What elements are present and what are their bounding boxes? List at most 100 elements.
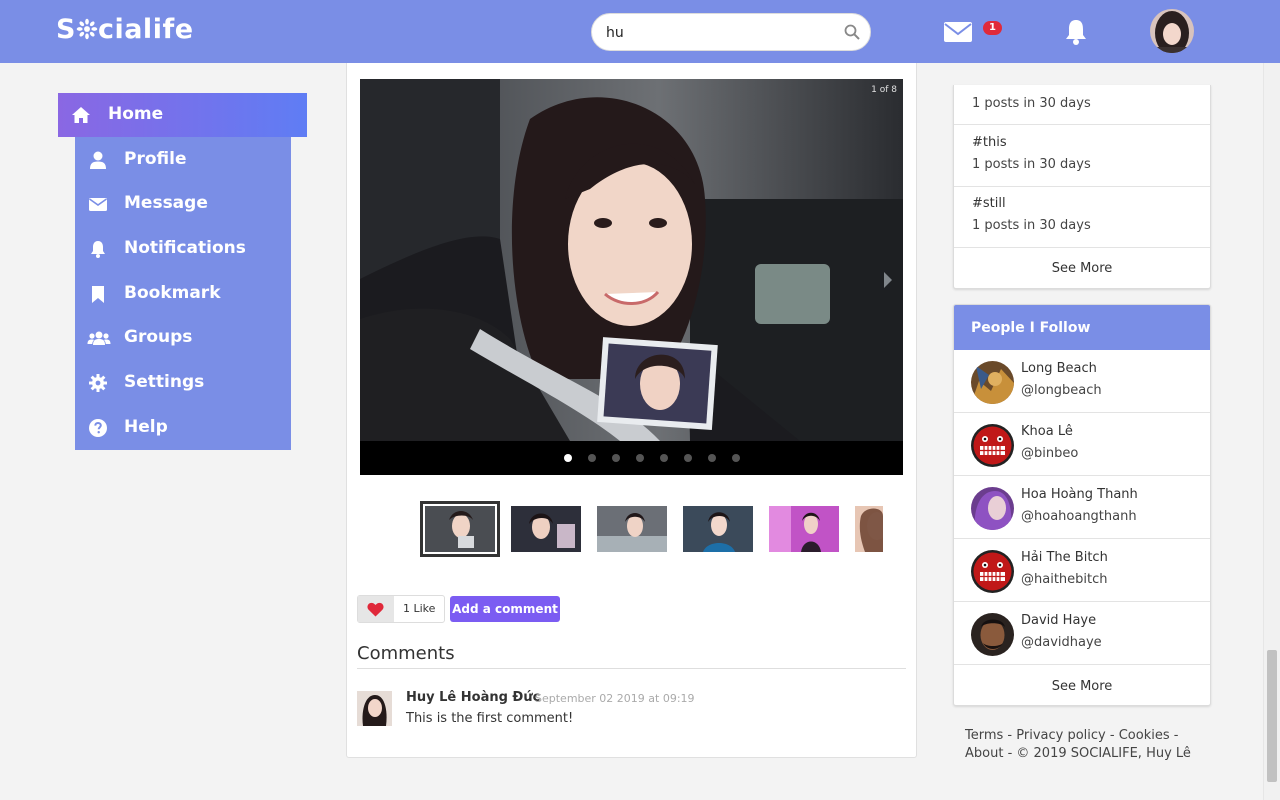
slide-dot[interactable] <box>636 454 644 462</box>
user-avatar[interactable] <box>1150 9 1194 53</box>
tag-name: #this <box>972 135 1007 150</box>
slide-thumbnail[interactable] <box>511 506 581 552</box>
terms-link[interactable]: Terms <box>965 728 1003 743</box>
tag-name: #still <box>972 196 1006 211</box>
comments-heading: Comments <box>357 643 455 664</box>
follow-see-more-link[interactable]: See More <box>954 679 1210 694</box>
sidebar-item-label: Settings <box>124 372 205 392</box>
slide-dot[interactable] <box>588 454 596 462</box>
message-count-badge: 1 <box>983 21 1002 35</box>
chevron-right-icon[interactable] <box>883 271 893 289</box>
question-circle-icon <box>89 419 107 437</box>
followed-person[interactable]: Khoa Lê @binbeo <box>954 413 1210 476</box>
slide-thumbnail[interactable] <box>855 506 883 552</box>
slide-dot[interactable] <box>684 454 692 462</box>
gear-icon <box>89 374 107 392</box>
trending-tags-card: 1 posts in 30 days #this 1 posts in 30 d… <box>953 85 1211 289</box>
comment-timestamp: September 02 2019 at 09:19 <box>535 692 695 705</box>
post-image-slide[interactable]: 1 of 8 <box>360 79 903 441</box>
sidebar-item-label: Home <box>108 104 164 124</box>
slide-thumbnail[interactable] <box>769 506 839 552</box>
slide-thumbnail[interactable] <box>597 506 667 552</box>
slide-indicator-bar <box>360 441 903 475</box>
search-input[interactable] <box>606 22 826 44</box>
person-handle: @hoahoangthanh <box>1021 509 1137 524</box>
trending-tag-item[interactable]: 1 posts in 30 days <box>954 85 1210 125</box>
tag-post-count: 1 posts in 30 days <box>972 96 1091 111</box>
bookmark-icon <box>92 286 104 303</box>
sidebar-item-help[interactable]: Help <box>75 406 291 450</box>
person-avatar[interactable] <box>971 424 1014 467</box>
heart-icon <box>367 602 384 617</box>
sidebar-item-home[interactable]: Home <box>58 93 307 137</box>
slide-dot[interactable] <box>612 454 620 462</box>
trending-tag-item[interactable]: #still 1 posts in 30 days <box>954 187 1210 248</box>
sidebar-item-message[interactable]: Message <box>75 182 291 226</box>
scrollbar-thumb[interactable] <box>1267 650 1277 782</box>
flower-logo-icon <box>76 18 98 40</box>
person-handle: @haithebitch <box>1021 572 1108 587</box>
privacy-policy-link[interactable]: Privacy policy <box>1016 728 1105 743</box>
sidebar-item-groups[interactable]: Groups <box>75 316 291 360</box>
person-name[interactable]: Hải The Bitch <box>1021 550 1108 565</box>
person-name[interactable]: Khoa Lê <box>1021 424 1073 439</box>
person-name[interactable]: Hoa Hoàng Thanh <box>1021 487 1138 502</box>
person-avatar[interactable] <box>971 613 1014 656</box>
sidebar-item-settings[interactable]: Settings <box>75 361 291 405</box>
trending-tag-item[interactable]: #this 1 posts in 30 days <box>954 125 1210 187</box>
comment-avatar[interactable] <box>357 691 392 726</box>
person-name[interactable]: David Haye <box>1021 613 1096 628</box>
about-link[interactable]: About <box>965 746 1003 761</box>
person-handle: @longbeach <box>1021 383 1102 398</box>
sidebar-item-bookmark[interactable]: Bookmark <box>75 272 291 316</box>
search-box <box>591 13 871 51</box>
sidebar-item-label: Help <box>124 417 168 437</box>
person-avatar[interactable] <box>971 361 1014 404</box>
like-count: 1 Like <box>403 602 436 615</box>
cookies-link[interactable]: Cookies <box>1119 728 1170 743</box>
tags-see-more-link[interactable]: See More <box>954 261 1210 276</box>
followed-person[interactable]: David Haye @davidhaye <box>954 602 1210 665</box>
followed-person[interactable]: Hoa Hoàng Thanh @hoahoangthanh <box>954 476 1210 539</box>
slide-thumbnail[interactable] <box>420 501 500 557</box>
home-icon <box>72 107 90 123</box>
slide-dot[interactable] <box>660 454 668 462</box>
user-icon <box>90 151 106 169</box>
sidebar-item-label: Profile <box>124 149 187 169</box>
sidebar-item-label: Groups <box>124 327 193 347</box>
search-icon[interactable] <box>844 24 860 40</box>
followed-person[interactable]: Long Beach @longbeach <box>954 350 1210 413</box>
comment-author[interactable]: Huy Lê Hoàng Đức <box>406 690 540 705</box>
copyright-text: © 2019 SOCIALIFE, Huy Lê <box>1016 746 1191 761</box>
users-icon <box>87 331 111 345</box>
like-button[interactable]: 1 Like <box>357 595 445 623</box>
person-avatar[interactable] <box>971 550 1014 593</box>
bell-icon[interactable] <box>1064 18 1088 46</box>
comment-text: This is the first comment! <box>406 711 574 726</box>
envelope-icon <box>89 198 107 211</box>
person-name[interactable]: Long Beach <box>1021 361 1097 376</box>
slide-thumbnail[interactable] <box>683 506 753 552</box>
post-photo <box>360 79 903 441</box>
person-avatar[interactable] <box>971 487 1014 530</box>
slide-dot[interactable] <box>564 454 572 462</box>
person-handle: @davidhaye <box>1021 635 1102 650</box>
slide-dot[interactable] <box>708 454 716 462</box>
followed-person[interactable]: Hải The Bitch @haithebitch <box>954 539 1210 602</box>
tag-post-count: 1 posts in 30 days <box>972 157 1091 172</box>
footer-links: Terms - Privacy policy - Cookies - About… <box>965 728 1191 761</box>
site-logo[interactable]: Scialife <box>56 14 194 45</box>
divider <box>357 668 906 669</box>
add-comment-button[interactable]: Add a comment <box>450 596 560 622</box>
page-scrollbar[interactable] <box>1263 63 1280 800</box>
sidebar-item-profile[interactable]: Profile <box>75 138 291 182</box>
sidebar-item-notifications[interactable]: Notifications <box>75 227 291 271</box>
person-handle: @binbeo <box>1021 446 1079 461</box>
sidebar-item-label: Message <box>124 193 208 213</box>
slide-dot[interactable] <box>732 454 740 462</box>
people-i-follow-card: People I Follow Long Beach @longbeach Kh… <box>953 304 1211 706</box>
bell-icon <box>91 241 105 258</box>
like-heart-area <box>358 596 394 622</box>
tag-post-count: 1 posts in 30 days <box>972 218 1091 233</box>
envelope-icon[interactable] <box>944 22 972 42</box>
